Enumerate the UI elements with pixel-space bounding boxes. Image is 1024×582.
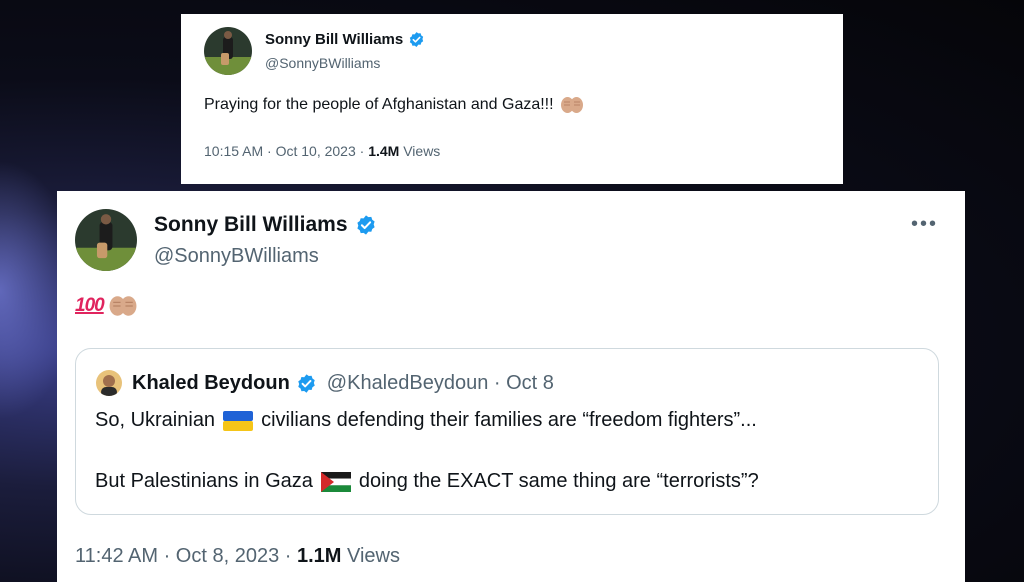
praying-hands-icon <box>109 296 137 316</box>
views-label: Views <box>399 143 441 159</box>
quoted-tweet-line-2: But Palestinians in Gaza doing the EXACT… <box>95 470 759 493</box>
quoted-text-part: civilians defending their families are “… <box>261 409 757 431</box>
quoted-author-handle-date[interactable]: @KhaledBeydoun · Oct 8 <box>327 372 554 395</box>
tweet-card-top: Sonny Bill Williams @SonnyBWilliams Pray… <box>181 14 843 184</box>
quoted-tweet-header: Khaled Beydoun @KhaledBeydoun · Oct 8 <box>96 370 554 396</box>
hundred-points-icon: 100 <box>75 295 105 316</box>
quoted-tweet[interactable]: Khaled Beydoun @KhaledBeydoun · Oct 8 So… <box>75 348 939 515</box>
more-options-icon[interactable]: ••• <box>911 213 938 236</box>
quoted-text-part: But Palestinians in Gaza <box>95 470 313 492</box>
author-name[interactable]: Sonny Bill Williams <box>154 213 348 237</box>
quoted-text-part: doing the EXACT same thing are “terroris… <box>358 470 759 492</box>
views-count: 1.4M <box>368 143 400 159</box>
quoted-text-part: So, Ukrainian <box>95 409 216 431</box>
tweet-text: Praying for the people of Afghanistan an… <box>204 96 584 114</box>
author-handle[interactable]: @SonnyBWilliams <box>265 55 380 71</box>
author-handle[interactable]: @SonnyBWilliams <box>154 245 319 268</box>
author-name-row: Sonny Bill Williams <box>265 31 425 48</box>
author-name[interactable]: Sonny Bill Williams <box>265 31 403 48</box>
tweet-card-main: Sonny Bill Williams @SonnyBWilliams ••• … <box>57 191 965 582</box>
tweet-timestamp[interactable]: 10:15 AM · Oct 10, 2023 · <box>204 143 368 159</box>
tweet-text: 100 <box>75 295 138 317</box>
praying-hands-icon <box>560 97 583 113</box>
palestine-flag-icon <box>320 471 351 492</box>
author-avatar[interactable] <box>75 209 137 271</box>
tweet-meta: 11:42 AM · Oct 8, 2023 · 1.1M Views <box>75 545 400 568</box>
quoted-tweet-line-1: So, Ukrainian civilians defending their … <box>95 409 757 432</box>
tweet-text-content: Praying for the people of Afghanistan an… <box>204 96 554 113</box>
ukraine-flag-icon <box>223 410 254 431</box>
views-label: Views <box>341 545 400 567</box>
tweet-timestamp[interactable]: 11:42 AM · Oct 8, 2023 · <box>75 545 297 567</box>
tweet-meta: 10:15 AM · Oct 10, 2023 · 1.4M Views <box>204 143 440 159</box>
author-avatar[interactable] <box>204 27 252 75</box>
author-name-row: Sonny Bill Williams <box>154 213 377 237</box>
quoted-author-name[interactable]: Khaled Beydoun <box>132 372 290 395</box>
quoted-author-avatar[interactable] <box>96 370 122 396</box>
verified-badge-icon <box>298 373 315 393</box>
verified-badge-icon <box>356 215 375 235</box>
views-count: 1.1M <box>296 545 342 567</box>
verified-badge-icon <box>410 32 424 47</box>
